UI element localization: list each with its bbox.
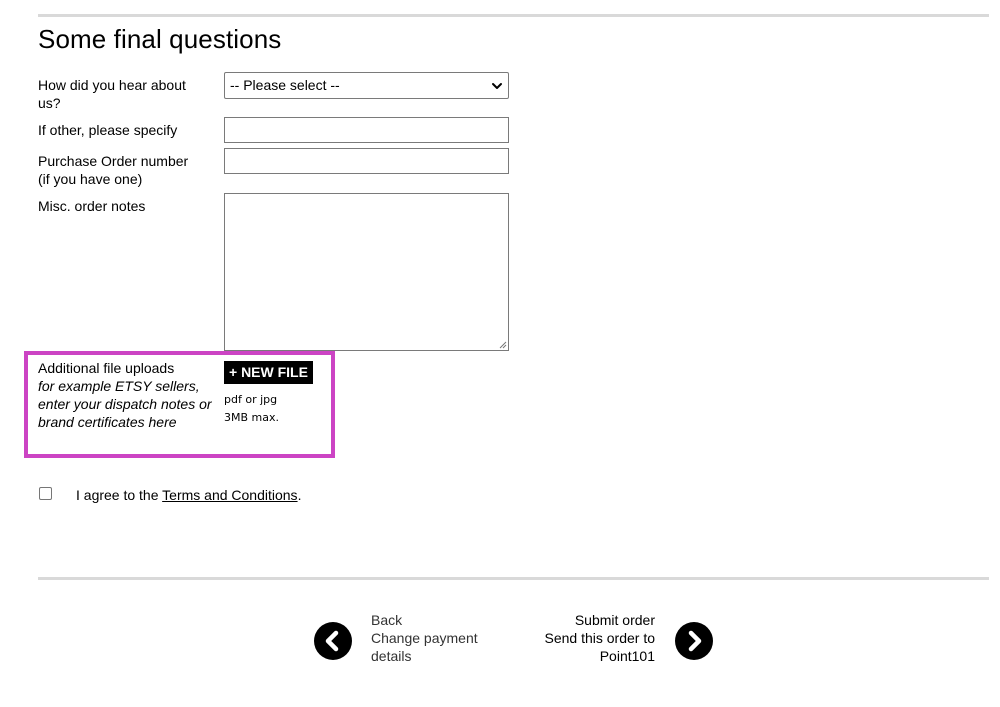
file-size-note: 3MB max. — [224, 411, 279, 424]
hear-about-label: How did you hear about us? — [38, 77, 186, 111]
hear-about-select[interactable]: -- Please select -- — [224, 72, 509, 99]
file-upload-hint: for example ETSY sellers, enter your dis… — [38, 378, 212, 430]
bottom-divider — [38, 577, 989, 580]
submit-title: Submit order — [574, 612, 655, 628]
submit-link[interactable]: Submit order Send this order to Point101 — [544, 611, 655, 665]
back-button[interactable] — [314, 622, 352, 660]
terms-agreement: I agree to the Terms and Conditions. — [76, 486, 301, 504]
submit-subtitle-line2: Point101 — [599, 648, 655, 664]
po-number-label-line1: Purchase Order number — [38, 153, 189, 169]
po-number-label: Purchase Order number (if you have one) — [38, 152, 208, 188]
other-input[interactable] — [224, 117, 509, 143]
resize-grip-icon[interactable] — [498, 340, 507, 349]
new-file-button[interactable]: + NEW FILE — [224, 361, 313, 384]
back-title: Back — [371, 612, 403, 628]
po-number-input[interactable] — [224, 148, 509, 174]
file-upload-label-group: Additional file uploads for example ETSY… — [38, 359, 213, 431]
terms-suffix: . — [297, 487, 302, 503]
order-notes-label: Misc. order notes — [38, 198, 146, 214]
file-upload-label: Additional file uploads — [38, 360, 175, 376]
terms-link[interactable]: Terms and Conditions — [162, 487, 297, 503]
order-form-page: Some final questions How did you hear ab… — [0, 0, 1000, 707]
order-notes-textarea[interactable] — [224, 193, 509, 351]
back-link[interactable]: Back Change payment details — [371, 611, 478, 665]
section-title: Some final questions — [38, 24, 282, 54]
hear-about-selected-value: -- Please select -- — [230, 77, 340, 93]
top-divider — [38, 14, 989, 17]
chevron-down-icon — [492, 83, 502, 89]
file-format-note: pdf or jpg — [224, 393, 278, 406]
back-subtitle-line2: details — [371, 648, 412, 664]
terms-prefix: I agree to the — [76, 487, 159, 503]
back-subtitle-line1: Change payment — [371, 630, 478, 646]
chevron-left-circle-icon — [325, 630, 339, 652]
other-label: If other, please specify — [38, 122, 178, 138]
submit-subtitle-line1: Send this order to — [544, 630, 655, 646]
submit-button[interactable] — [675, 622, 713, 660]
terms-checkbox[interactable] — [39, 487, 52, 500]
chevron-right-circle-icon — [688, 630, 702, 652]
po-number-label-line2: (if you have one) — [38, 171, 143, 187]
